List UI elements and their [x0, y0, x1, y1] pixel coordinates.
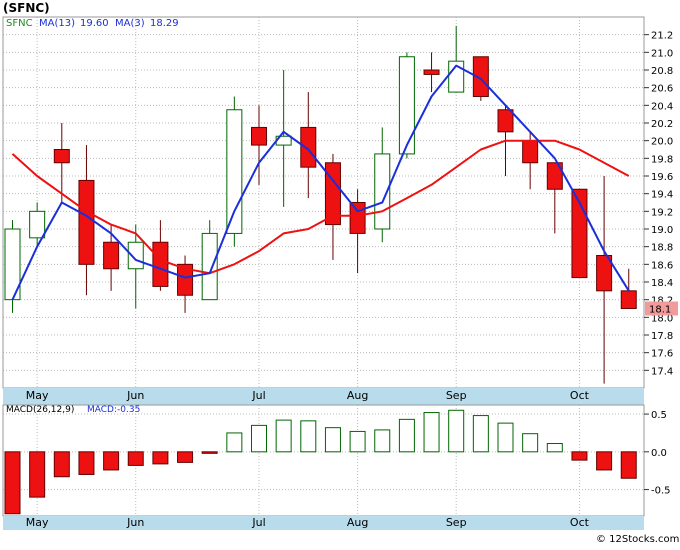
macd-tick-label: 0.0 — [651, 448, 667, 459]
candle-body-down — [300, 126, 317, 168]
chart-title: (SFNC) — [3, 1, 50, 15]
candle-body-down — [152, 241, 169, 287]
macd-bar-negative — [29, 451, 46, 498]
candle-body-down — [423, 69, 440, 75]
macd-bar-negative — [620, 451, 637, 479]
month-label: Jul — [251, 389, 265, 402]
candle-body-up — [226, 109, 243, 234]
macd-bar-positive — [324, 427, 341, 453]
macd-bar-negative — [53, 451, 70, 478]
legend-symbol: SFNC — [6, 18, 33, 29]
price-tick-label: 19.4 — [651, 190, 673, 201]
macd-bar-negative — [78, 451, 95, 475]
month-axis-band — [3, 388, 644, 405]
macd-bar-positive — [374, 429, 391, 453]
watermark: © 12Stocks.com — [596, 534, 679, 545]
price-tick-label: 19.6 — [651, 172, 673, 183]
macd-month-band — [3, 516, 644, 530]
month-label: Aug — [347, 389, 368, 402]
macd-bar-negative — [596, 451, 613, 471]
macd-bar-positive — [423, 412, 440, 453]
macd-bar-positive — [398, 418, 415, 453]
macd-bar-positive — [546, 443, 563, 453]
candle-body-down — [103, 241, 120, 270]
candle — [398, 52, 415, 159]
macd-legend-value: MACD:-0.35 — [87, 405, 140, 415]
macd-bar-positive — [275, 419, 292, 453]
macd-month-label: Sep — [446, 516, 467, 529]
legend-ma-fast-label: MA(13) — [39, 18, 75, 29]
price-tick-label: 19.0 — [651, 225, 673, 236]
price-tick-label: 18.6 — [651, 260, 673, 271]
macd-legend: MACD(26,12,9) MACD:-0.35 — [6, 405, 140, 415]
candle-body-down — [522, 140, 539, 164]
price-tick-label: 18.8 — [651, 243, 673, 254]
legend-ma-slow-value: 18.29 — [150, 18, 179, 29]
macd-bar-negative — [127, 451, 144, 466]
price-tick-label: 19.2 — [651, 207, 673, 218]
price-tick-label: 20.0 — [651, 137, 673, 148]
macd-month-label: May — [26, 516, 49, 529]
candle-body-down — [251, 126, 267, 146]
last-price-label: 18.1 — [649, 305, 671, 316]
macd-bar-negative — [201, 451, 218, 454]
macd-tick-label: -0.5 — [651, 486, 671, 497]
macd-month-label: Jun — [126, 516, 144, 529]
price-tick-label: 20.2 — [651, 119, 673, 130]
macd-bar-negative — [4, 451, 21, 515]
price-tick-label: 21.2 — [651, 31, 673, 42]
candle-body-down — [620, 290, 637, 310]
month-label: May — [26, 389, 49, 402]
last-price-marker: 18.1 — [645, 301, 678, 316]
macd-month-label: Aug — [347, 516, 368, 529]
month-label: Oct — [570, 389, 590, 402]
macd-bar-positive — [472, 415, 489, 453]
price-tick-label: 20.8 — [651, 66, 673, 77]
macd-bar-negative — [571, 451, 588, 461]
candle-body-up — [398, 56, 415, 155]
macd-bar-positive — [300, 420, 317, 453]
price-tick-label: 20.4 — [651, 101, 673, 112]
macd-bar-positive — [522, 433, 539, 453]
macd-legend-label: MACD(26,12,9) — [6, 405, 74, 415]
candle-body-up — [201, 232, 218, 301]
macd-bar-negative — [152, 451, 169, 465]
month-label: Jun — [126, 389, 144, 402]
macd-bar-positive — [349, 430, 366, 453]
legend-ma-fast-value: 19.60 — [80, 18, 109, 29]
macd-month-label: Oct — [570, 516, 590, 529]
macd-bar-negative — [177, 451, 194, 463]
candle-body-down — [53, 149, 70, 164]
price-tick-label: 17.8 — [651, 331, 673, 342]
candle-body-down — [349, 202, 366, 234]
macd-bar-positive — [448, 409, 465, 453]
month-label: Sep — [446, 389, 467, 402]
legend-ma-slow-label: MA(3) — [115, 18, 145, 29]
macd-tick-label: 0.5 — [651, 410, 667, 421]
stock-chart: (SFNC) 17.4 17.6 17.8 18.0 18.2 18.4 18.6 18.8 1… — [0, 0, 680, 546]
price-legend: SFNC MA(13) 19.60 MA(3) 18.29 — [6, 18, 179, 29]
macd-bar-positive — [497, 422, 514, 453]
candle-body-down — [78, 179, 95, 265]
chart-svg: (SFNC) 17.417.617.818.018.218.418.618.81… — [0, 0, 680, 546]
candle-body-up — [29, 210, 46, 239]
candle-body-down — [497, 109, 514, 133]
macd-bar-negative — [103, 451, 120, 471]
macd-month-label: Jul — [251, 516, 265, 529]
price-tick-label: 19.8 — [651, 154, 673, 165]
price-tick-label: 18.4 — [651, 278, 673, 289]
price-tick-label: 17.6 — [651, 349, 673, 360]
macd-bar-positive — [226, 432, 243, 453]
price-tick-label: 17.4 — [651, 366, 673, 377]
macd-bar-positive — [251, 424, 267, 453]
price-tick-label: 21.0 — [651, 48, 673, 59]
price-tick-label: 20.6 — [651, 84, 673, 95]
